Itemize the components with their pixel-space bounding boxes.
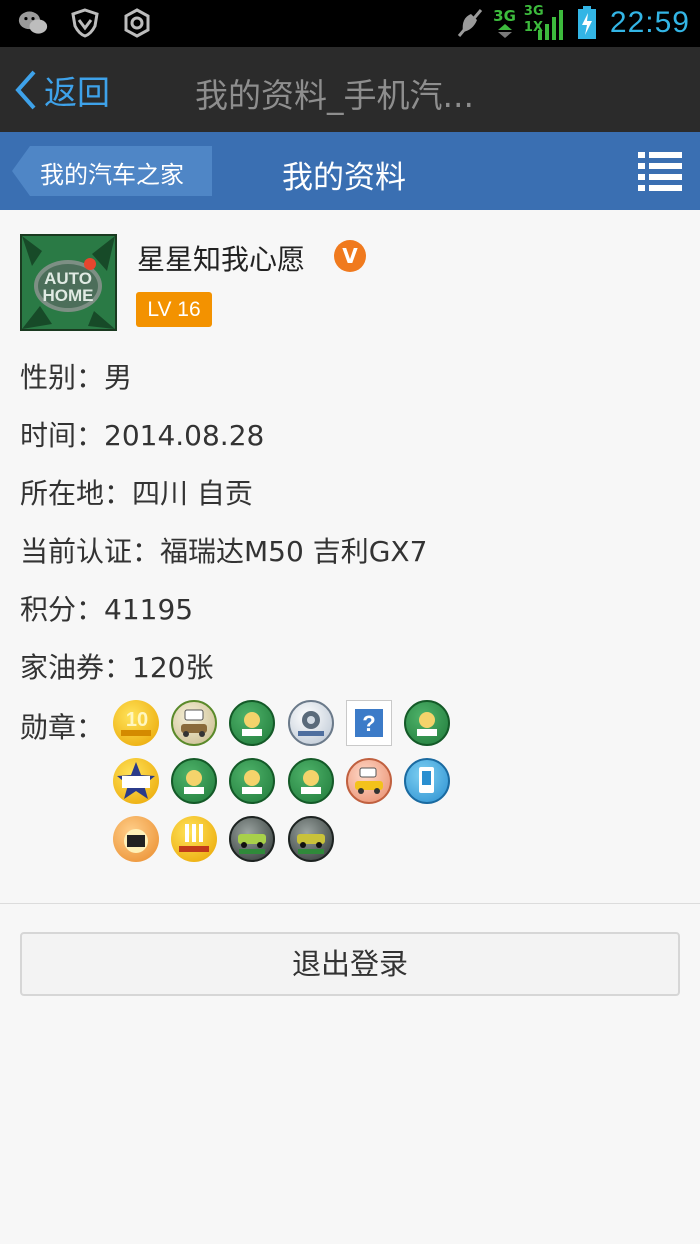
- medal-10-gold-icon[interactable]: 10: [113, 700, 159, 746]
- medal-car-price-2-icon[interactable]: [288, 816, 334, 862]
- signal-icon: 3G 1X: [524, 4, 564, 42]
- chevron-left-icon: [15, 70, 36, 110]
- level-badge: LV 16: [136, 292, 212, 327]
- svg-text:HOME: HOME: [43, 286, 94, 305]
- mute-icon: [455, 8, 485, 38]
- medal-unknown-icon[interactable]: ?: [346, 700, 392, 746]
- back-label: 返回: [44, 73, 110, 112]
- medal-green-worker-icon[interactable]: [404, 700, 450, 746]
- verified-badge: V: [334, 240, 366, 272]
- section-title: 我的资料: [282, 160, 406, 196]
- page-title: 我的资料_手机汽...: [195, 76, 474, 115]
- divider: [0, 903, 700, 904]
- medal-zhuijia-icon[interactable]: [113, 758, 159, 804]
- avatar[interactable]: AUTO HOME: [20, 234, 117, 331]
- settings-icon: [122, 8, 152, 38]
- logout-button[interactable]: 退出登录: [20, 932, 680, 996]
- menu-icon[interactable]: [638, 150, 682, 192]
- username: 星星知我心愿: [137, 243, 306, 276]
- svg-text:10: 10: [126, 709, 148, 731]
- back-button[interactable]: 返回: [14, 67, 110, 113]
- breadcrumb-label: 我的汽车之家: [40, 161, 184, 189]
- svg-text:?: ?: [362, 711, 375, 736]
- medal-green-worker-icon[interactable]: [229, 758, 275, 804]
- network-3g-indicator: 3G: [493, 6, 516, 38]
- medal-green-worker-icon[interactable]: [229, 700, 275, 746]
- medal-price-first-icon[interactable]: [171, 816, 217, 862]
- medal-car-price-icon[interactable]: [229, 816, 275, 862]
- points-row: 积分：41195: [20, 593, 194, 626]
- time-row: 时间：2014.08.28: [20, 419, 265, 452]
- battery-icon: [572, 6, 602, 39]
- status-bar: 3G 3G 1X 22:59: [0, 0, 700, 47]
- certification-row: 当前认证：福瑞达M50 吉利GX7: [20, 535, 428, 568]
- medal-label: 勋章：: [20, 711, 105, 744]
- network-3g-label: 3G: [493, 6, 516, 25]
- medal-zan-icon[interactable]: [113, 816, 159, 862]
- gender-row: 性别：男: [20, 361, 133, 394]
- medal-green-worker-icon[interactable]: [171, 758, 217, 804]
- shield-icon: [70, 8, 100, 38]
- medal-review-icon[interactable]: [288, 700, 334, 746]
- coupons-row: 家油券：120张: [20, 651, 214, 684]
- location-row: 所在地：四川 自贡: [20, 477, 253, 510]
- medal-phone-icon[interactable]: [404, 758, 450, 804]
- medal-car-owner-icon[interactable]: [171, 700, 217, 746]
- medal-taxi-icon[interactable]: [346, 758, 392, 804]
- medal-green-worker-icon[interactable]: [288, 758, 334, 804]
- clock: 22:59: [609, 6, 690, 39]
- wechat-icon: [18, 8, 48, 38]
- title-bar: 返回 我的资料_手机汽...: [0, 47, 700, 132]
- nav-bar: 我的汽车之家 我的资料: [0, 132, 700, 210]
